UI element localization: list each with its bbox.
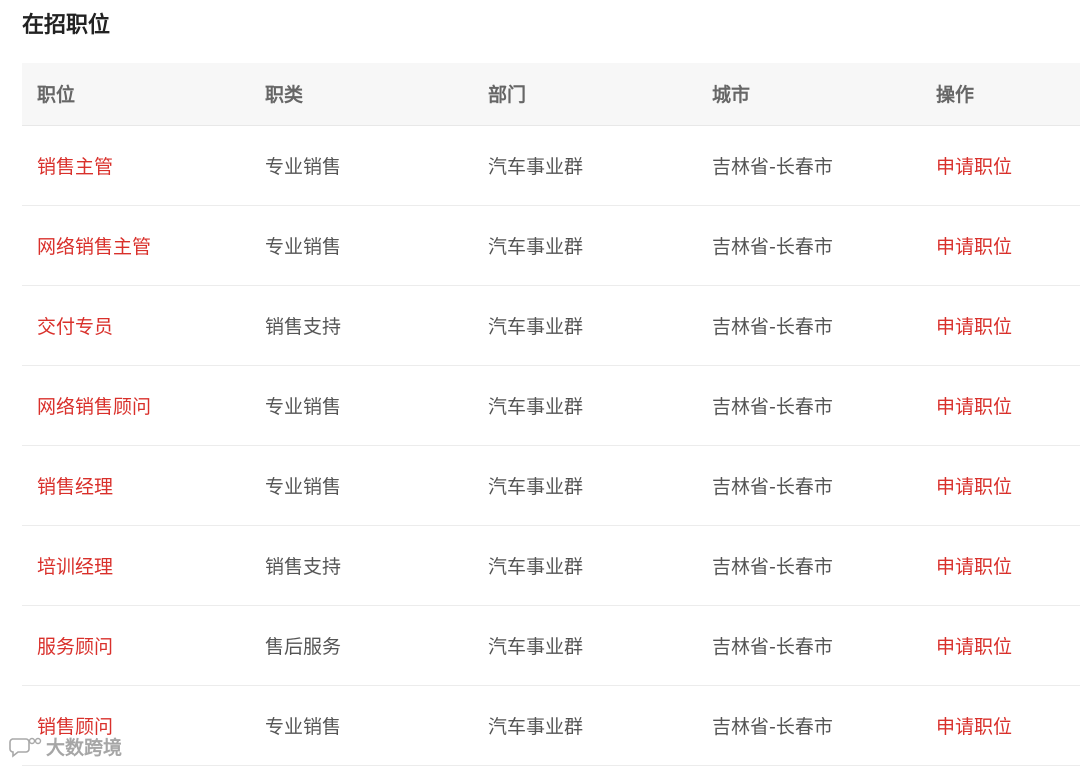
apply-button[interactable]: 申请职位 xyxy=(921,205,1080,286)
job-city: 吉林省-长春市 xyxy=(697,205,921,286)
job-department: 汽车事业群 xyxy=(473,525,697,606)
job-city: 吉林省-长春市 xyxy=(697,605,921,686)
job-category: 专业销售 xyxy=(250,365,473,446)
job-city: 吉林省-长春市 xyxy=(697,125,921,206)
apply-button[interactable]: 申请职位 xyxy=(921,445,1080,526)
job-department: 汽车事业群 xyxy=(473,205,697,286)
job-title-link[interactable]: 销售经理 xyxy=(22,445,250,526)
job-category: 专业销售 xyxy=(250,685,473,766)
chat-bubble-icon xyxy=(8,735,42,759)
section-title: 在招职位 xyxy=(22,13,111,38)
watermark: 大数跨境 xyxy=(8,733,122,760)
table-row: 培训经理 销售支持 汽车事业群 吉林省-长春市 申请职位 xyxy=(22,525,1080,606)
job-city: 吉林省-长春市 xyxy=(697,285,921,366)
table-header: 职位 职类 部门 城市 操作 xyxy=(22,63,1080,126)
table-row: 交付专员 销售支持 汽车事业群 吉林省-长春市 申请职位 xyxy=(22,285,1080,366)
job-category: 销售支持 xyxy=(250,525,473,606)
job-department: 汽车事业群 xyxy=(473,605,697,686)
apply-button[interactable]: 申请职位 xyxy=(921,685,1080,766)
job-department: 汽车事业群 xyxy=(473,125,697,206)
header-action: 操作 xyxy=(921,63,1080,126)
jobs-table: 职位 职类 部门 城市 操作 销售主管 专业销售 汽车事业群 吉林省-长春市 申… xyxy=(22,63,1080,766)
job-category: 售后服务 xyxy=(250,605,473,686)
apply-button[interactable]: 申请职位 xyxy=(921,125,1080,206)
job-department: 汽车事业群 xyxy=(473,285,697,366)
table-row: 销售顾问 专业销售 汽车事业群 吉林省-长春市 申请职位 xyxy=(22,685,1080,766)
table-row: 网络销售顾问 专业销售 汽车事业群 吉林省-长春市 申请职位 xyxy=(22,365,1080,446)
table-body: 销售主管 专业销售 汽车事业群 吉林省-长春市 申请职位 网络销售主管 专业销售… xyxy=(22,125,1080,766)
table-row: 网络销售主管 专业销售 汽车事业群 吉林省-长春市 申请职位 xyxy=(22,205,1080,286)
job-city: 吉林省-长春市 xyxy=(697,445,921,526)
job-category: 专业销售 xyxy=(250,125,473,206)
job-title-link[interactable]: 销售主管 xyxy=(22,125,250,206)
job-department: 汽车事业群 xyxy=(473,445,697,526)
job-title-link[interactable]: 网络销售主管 xyxy=(22,205,250,286)
job-city: 吉林省-长春市 xyxy=(697,365,921,446)
job-title-link[interactable]: 培训经理 xyxy=(22,525,250,606)
watermark-text: 大数跨境 xyxy=(46,737,123,759)
header-category: 职类 xyxy=(250,63,473,126)
apply-button[interactable]: 申请职位 xyxy=(921,525,1080,606)
job-category: 专业销售 xyxy=(250,205,473,286)
job-category: 销售支持 xyxy=(250,285,473,366)
apply-button[interactable]: 申请职位 xyxy=(921,285,1080,366)
job-title-link[interactable]: 服务顾问 xyxy=(22,605,250,686)
job-title-link[interactable]: 交付专员 xyxy=(22,285,250,366)
header-department: 部门 xyxy=(473,63,697,126)
table-row: 销售主管 专业销售 汽车事业群 吉林省-长春市 申请职位 xyxy=(22,125,1080,206)
header-city: 城市 xyxy=(697,63,921,126)
job-department: 汽车事业群 xyxy=(473,685,697,766)
apply-button[interactable]: 申请职位 xyxy=(921,605,1080,686)
job-city: 吉林省-长春市 xyxy=(697,525,921,606)
job-category: 专业销售 xyxy=(250,445,473,526)
job-title-link[interactable]: 网络销售顾问 xyxy=(22,365,250,446)
job-listing-page: 在招职位 职位 职类 部门 城市 操作 销售主管 专业销售 汽车事业群 吉林省-… xyxy=(0,0,1080,768)
table-row: 销售经理 专业销售 汽车事业群 吉林省-长春市 申请职位 xyxy=(22,445,1080,526)
apply-button[interactable]: 申请职位 xyxy=(921,365,1080,446)
job-city: 吉林省-长春市 xyxy=(697,685,921,766)
header-title: 职位 xyxy=(22,63,250,126)
table-header-row: 职位 职类 部门 城市 操作 xyxy=(22,63,1080,126)
table-row: 服务顾问 售后服务 汽车事业群 吉林省-长春市 申请职位 xyxy=(22,605,1080,686)
job-department: 汽车事业群 xyxy=(473,365,697,446)
